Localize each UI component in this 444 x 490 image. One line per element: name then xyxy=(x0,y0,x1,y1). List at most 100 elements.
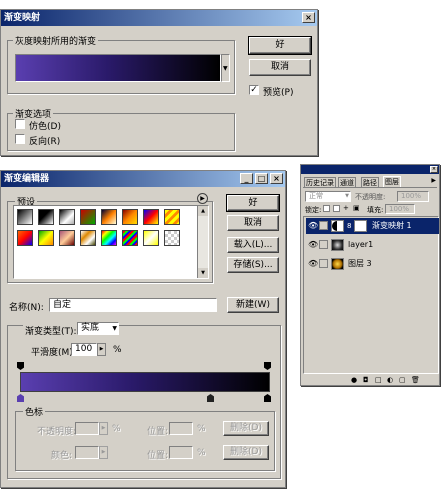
minimize-icon[interactable]: _ xyxy=(240,173,253,184)
layer-row-layer3[interactable]: 👁 图层 3 xyxy=(306,256,439,272)
presets-scrollbar[interactable]: ▲ ▼ xyxy=(197,206,208,278)
cancel-button[interactable]: 取消 xyxy=(227,215,279,231)
preset-swatch[interactable] xyxy=(59,209,75,225)
preset-swatch[interactable] xyxy=(143,230,159,246)
close-icon[interactable]: × xyxy=(302,12,315,23)
preset-swatch[interactable] xyxy=(38,230,54,246)
layers-panel-titlebar[interactable]: × xyxy=(301,165,439,174)
opacity-input[interactable] xyxy=(75,422,99,435)
preset-swatch[interactable] xyxy=(101,209,117,225)
mask-thumbnail xyxy=(354,220,367,232)
new-layer-icon[interactable]: ▢ xyxy=(399,376,406,384)
opacity-arrow-icon[interactable]: ▶ xyxy=(99,422,108,435)
preset-swatch[interactable] xyxy=(17,209,33,225)
name-input[interactable]: 自定 xyxy=(49,298,217,312)
eye-icon[interactable]: 👁 xyxy=(308,240,318,249)
preset-swatch[interactable] xyxy=(80,209,96,225)
tab-history[interactable]: 历史记录 xyxy=(304,177,336,188)
preset-swatch[interactable] xyxy=(122,209,138,225)
type-select[interactable]: 实底 ▼ xyxy=(77,322,119,335)
panel-menu-icon[interactable]: ▶ xyxy=(431,177,436,184)
layer-name: 图层 3 xyxy=(348,259,372,268)
gradient-map-title: 渐变映射 xyxy=(4,13,41,23)
opacity-location-input[interactable] xyxy=(169,422,193,435)
layer-thumbnail xyxy=(331,239,344,251)
delete-color-stop-button[interactable]: 删除(D) xyxy=(223,445,269,460)
half-circle-icon xyxy=(332,221,342,231)
new-set-icon[interactable]: □ xyxy=(375,376,382,384)
color-swatch[interactable] xyxy=(75,446,99,459)
layers-tab-bar: 历史记录 通道 路径 图层 ▶ xyxy=(303,176,437,188)
dither-checkbox[interactable] xyxy=(15,119,25,129)
lock-position-icon[interactable]: + xyxy=(343,205,350,212)
layer-style-icon[interactable]: ● xyxy=(351,376,357,384)
new-button[interactable]: 新建(W) xyxy=(227,297,279,313)
reverse-checkbox[interactable] xyxy=(15,134,25,144)
link-box[interactable] xyxy=(319,259,328,268)
gradient-map-dialog: 渐变映射 × 灰度映射所用的渐变 ▼ 好 取消 ✓ 预览(P) 渐变选项 仿色(… xyxy=(0,9,318,156)
preset-swatch[interactable] xyxy=(164,230,180,246)
blend-mode-value: 正常 xyxy=(309,192,323,200)
color-arrow-icon[interactable]: ▶ xyxy=(99,446,108,459)
gradient-preview-bar[interactable] xyxy=(15,54,221,82)
lock-image-icon[interactable] xyxy=(333,205,340,212)
layer-name: 渐变映射 1 xyxy=(372,221,412,230)
layers-panel: × 历史记录 通道 路径 图层 ▶ 正常 ▼ 不透明度: 100% 锁定: + … xyxy=(300,164,440,386)
triangle-down-icon: ▼ xyxy=(223,65,228,72)
gradient-editor-bar[interactable] xyxy=(20,372,270,392)
maximize-icon[interactable]: □ xyxy=(255,173,268,184)
ok-button[interactable]: 好 xyxy=(248,36,312,55)
layer-opacity-input[interactable]: 100% xyxy=(397,191,429,202)
lock-transparency-icon[interactable] xyxy=(323,205,330,212)
link-box[interactable] xyxy=(319,221,328,230)
preset-swatch[interactable] xyxy=(101,230,117,246)
close-icon[interactable]: × xyxy=(270,173,283,184)
blend-mode-select[interactable]: 正常 ▼ xyxy=(305,191,351,202)
preset-swatch[interactable] xyxy=(164,209,180,225)
preset-swatch[interactable] xyxy=(38,209,54,225)
cancel-button[interactable]: 取消 xyxy=(249,59,311,76)
scroll-down-icon[interactable]: ▼ xyxy=(198,268,208,278)
reverse-label: 反向(R) xyxy=(29,137,61,147)
preset-swatch[interactable] xyxy=(59,230,75,246)
trash-icon[interactable]: 🗑 xyxy=(411,376,420,384)
scroll-up-icon[interactable]: ▲ xyxy=(198,206,208,216)
eye-icon[interactable]: 👁 xyxy=(308,259,318,268)
lock-all-icon[interactable]: ▣ xyxy=(353,205,360,212)
tab-paths[interactable]: 路径 xyxy=(361,177,379,188)
mask-icon[interactable]: ◘ xyxy=(363,376,369,384)
smooth-arrow-icon[interactable]: ▶ xyxy=(97,343,106,356)
fill-input[interactable]: 100% xyxy=(385,204,415,214)
load-button[interactable]: 载入(L)... xyxy=(227,237,279,253)
delete-opacity-stop-button[interactable]: 删除(D) xyxy=(223,421,269,436)
color-location-input[interactable] xyxy=(169,446,193,459)
stops-group-label: 色标 xyxy=(23,405,46,418)
gradient-editor-titlebar[interactable]: 渐变编辑器 _ □ × xyxy=(1,171,285,187)
preset-swatch[interactable] xyxy=(17,230,33,246)
layers-bottom-toolbar: ● ◘ □ ◐ ▢ 🗑 xyxy=(303,376,439,385)
save-button[interactable]: 存储(S)... xyxy=(227,257,279,273)
smooth-input[interactable]: 100 xyxy=(71,343,97,356)
adjustment-layer-icon[interactable]: ◐ xyxy=(387,376,393,384)
tab-channels[interactable]: 通道 xyxy=(338,177,356,188)
tab-layers[interactable]: 图层 xyxy=(383,176,401,187)
preview-checkbox[interactable]: ✓ xyxy=(249,85,259,95)
color-label: 颜色: xyxy=(51,451,73,461)
smooth-input-value: 100 xyxy=(75,344,93,354)
layer-row-layer1[interactable]: 👁 layer1 xyxy=(306,237,439,253)
opacity-unit: % xyxy=(112,424,121,434)
preset-swatch[interactable] xyxy=(143,209,159,225)
presets-swatch-area: ▲ ▼ xyxy=(13,205,209,279)
ok-button[interactable]: 好 xyxy=(226,194,280,212)
type-select-value: 实底 xyxy=(81,323,100,333)
gradient-dropdown-button[interactable]: ▼ xyxy=(221,54,230,82)
close-icon[interactable]: × xyxy=(430,166,438,173)
gradient-map-titlebar[interactable]: 渐变映射 × xyxy=(1,10,317,26)
preset-swatch[interactable] xyxy=(80,230,96,246)
layer-row-gradient-map[interactable]: 👁 8 渐变映射 1 xyxy=(306,218,439,234)
presets-menu-icon[interactable]: ▶ xyxy=(197,193,208,204)
eye-icon[interactable]: 👁 xyxy=(308,221,318,230)
preset-swatch[interactable] xyxy=(122,230,138,246)
link-box[interactable] xyxy=(319,240,328,249)
chevron-down-icon: ▼ xyxy=(112,325,117,332)
